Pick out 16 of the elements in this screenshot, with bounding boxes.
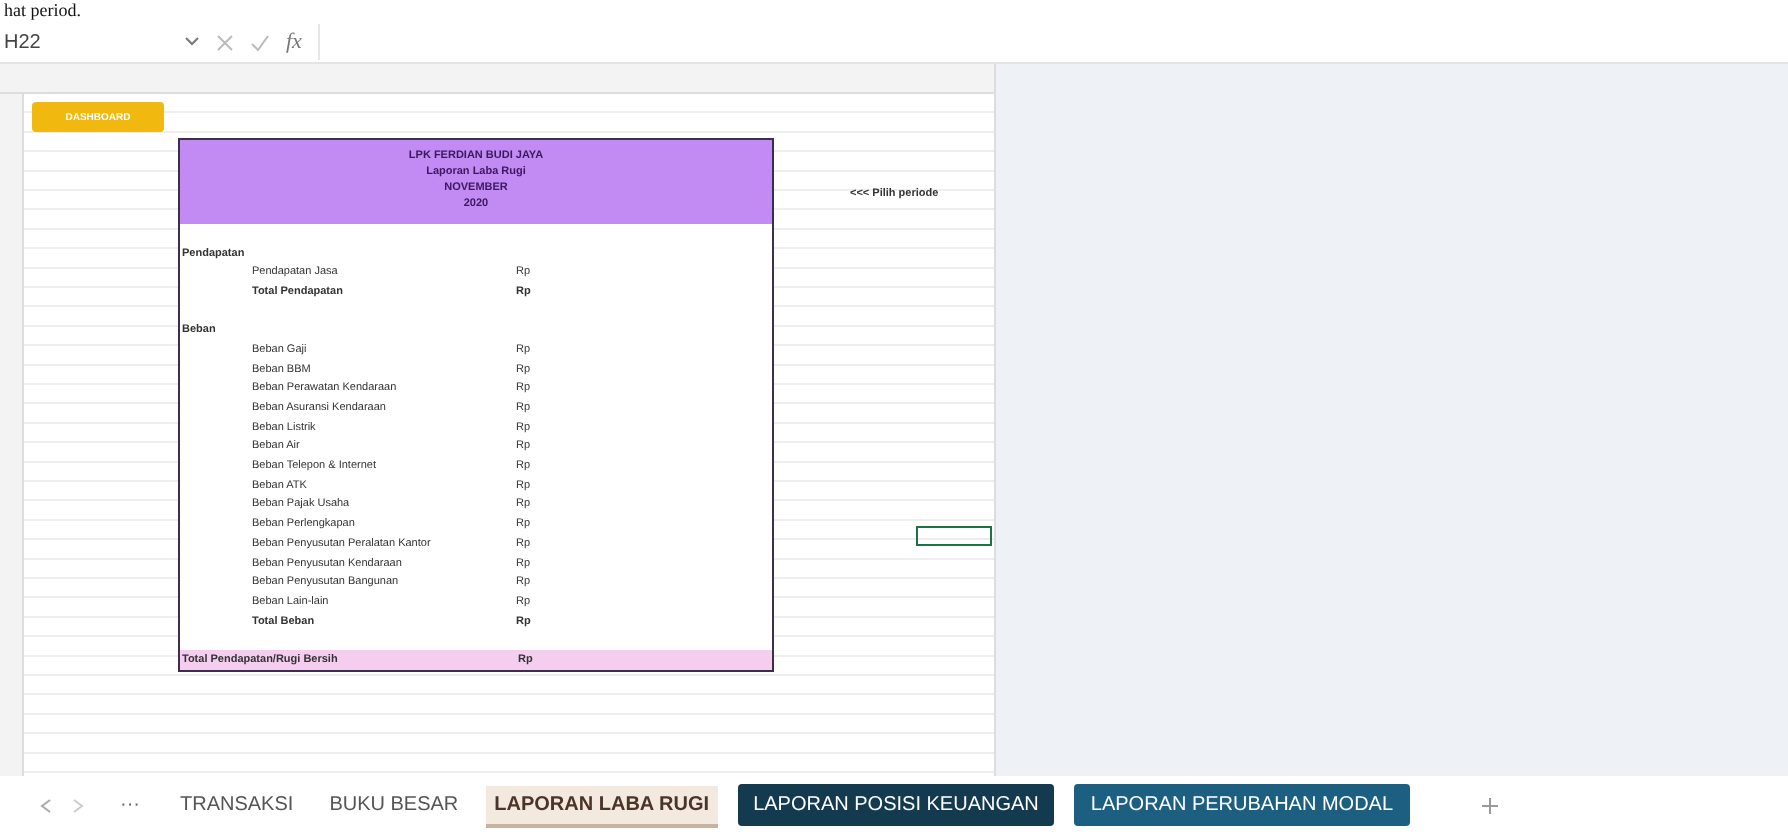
more-sheets-button[interactable]: ···	[120, 794, 140, 816]
add-sheet-icon[interactable]	[1481, 797, 1498, 813]
sheet-tab[interactable]: TRANSAKSI	[172, 786, 302, 824]
name-box[interactable]: H22	[4, 31, 168, 53]
sheet-tab[interactable]: LAPORAN PERUBAHAN MODAL	[1074, 784, 1410, 826]
dropdown-caret-icon[interactable]	[184, 36, 200, 48]
next-sheet-icon[interactable]	[72, 797, 84, 813]
sheet-tab[interactable]: BUKU BESAR	[321, 786, 467, 824]
checkmark-icon[interactable]	[250, 33, 270, 51]
insert-function-button[interactable]: fx	[286, 30, 302, 54]
previous-sheet-icon[interactable]	[40, 797, 52, 813]
document-caption: hat period.	[2, 0, 83, 22]
sheet-tab[interactable]: LAPORAN POSISI KEUANGAN	[737, 784, 1055, 826]
selected-cell[interactable]	[916, 526, 992, 546]
close-icon[interactable]	[216, 33, 234, 51]
sheet-tab[interactable]: LAPORAN LABA RUGI	[486, 786, 718, 824]
